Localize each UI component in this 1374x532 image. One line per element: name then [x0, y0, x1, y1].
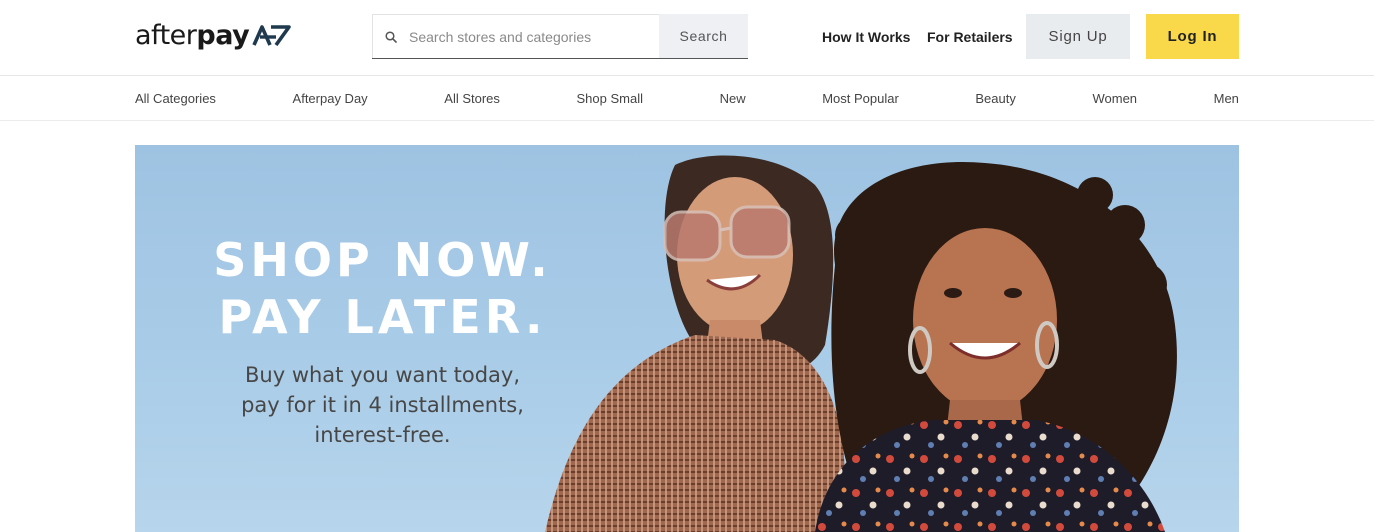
category-new[interactable]: New [720, 91, 746, 106]
hero-headline-line-2: PAY LATER. [218, 290, 547, 344]
logo-wordmark-bold: pay [196, 19, 250, 51]
search-input[interactable] [407, 27, 651, 46]
category-women[interactable]: Women [1092, 91, 1137, 106]
afterpay-logo[interactable]: after pay [135, 17, 293, 53]
logo-wordmark-regular: after [135, 19, 197, 51]
category-men[interactable]: Men [1214, 91, 1239, 106]
log-in-button[interactable]: Log In [1146, 14, 1239, 59]
for-retailers-link[interactable]: For Retailers [927, 29, 1013, 45]
category-most-popular[interactable]: Most Popular [822, 91, 899, 106]
search-form: Search [372, 14, 748, 59]
search-field-wrapper [372, 14, 659, 58]
hero-banner[interactable]: SHOP NOW. PAY LATER. Buy what you want t… [135, 145, 1239, 532]
category-beauty[interactable]: Beauty [975, 91, 1015, 106]
category-all-stores[interactable]: All Stores [444, 91, 500, 106]
how-it-works-link[interactable]: How It Works [822, 29, 910, 45]
search-button[interactable]: Search [659, 14, 748, 58]
top-header: afterpay Search How It Works For Retaile… [0, 0, 1374, 76]
sign-up-button[interactable]: Sign Up [1026, 14, 1130, 59]
hero-subtext-line-1: Buy what you want today, [245, 363, 520, 387]
category-shop-small[interactable]: Shop Small [577, 91, 643, 106]
hero-subtext-line-3: interest-free. [314, 423, 451, 447]
hero-subtext-line-2: pay for it in 4 installments, [241, 393, 524, 417]
category-afterpay-day[interactable]: Afterpay Day [293, 91, 368, 106]
category-list: All Categories Afterpay Day All Stores S… [135, 76, 1239, 120]
hero-headline-line-1: SHOP NOW. [213, 233, 552, 287]
search-icon [385, 30, 397, 43]
category-all-categories[interactable]: All Categories [135, 91, 216, 106]
afterpay-arrows-icon [252, 25, 292, 46]
category-nav: All Categories Afterpay Day All Stores S… [0, 76, 1374, 121]
